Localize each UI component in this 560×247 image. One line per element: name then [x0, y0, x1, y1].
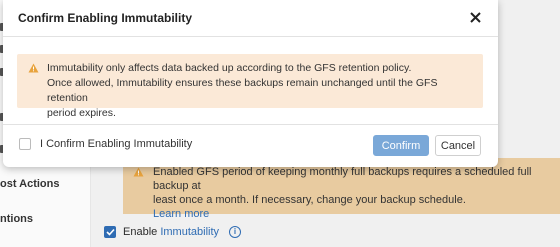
sidebar-item-post-actions[interactable]: ost Actions: [0, 178, 60, 190]
learn-more-link[interactable]: Learn more: [153, 207, 550, 221]
info-icon[interactable]: i: [229, 226, 242, 238]
confirm-button[interactable]: Confirm: [373, 135, 429, 156]
enable-immutability-checkbox[interactable]: Enable Immutability i: [104, 226, 242, 238]
confirm-checkbox-label: I Confirm Enabling Immutability: [40, 138, 193, 150]
checkbox-unchecked[interactable]: [19, 138, 31, 150]
checkmark-icon: [105, 228, 115, 236]
dialog-title: Confirm Enabling Immutability: [18, 11, 193, 25]
warning-icon: [28, 63, 39, 78]
sidebar-item-notifications[interactable]: ntions: [0, 213, 33, 225]
immutability-notice: Immutability only affects data backed up…: [17, 54, 483, 119]
warning-text-line: Enabled GFS period of keeping monthly fu…: [153, 166, 532, 192]
divider: [3, 36, 498, 37]
warning-icon: [133, 167, 144, 181]
notice-text-line: Immutability only affects data backed up…: [47, 62, 412, 74]
divider: [3, 124, 498, 125]
confirm-immutability-dialog: Confirm Enabling Immutability Immutabili…: [3, 0, 498, 167]
confirm-checkbox[interactable]: I Confirm Enabling Immutability: [19, 138, 192, 150]
immutability-link[interactable]: Immutability: [160, 226, 219, 238]
notice-text-line: period expires.: [47, 107, 116, 119]
warning-text-line: least once a month. If necessary, change…: [153, 194, 466, 206]
checkbox-checked[interactable]: [104, 226, 116, 238]
cancel-button[interactable]: Cancel: [435, 135, 481, 156]
enable-label: Enable: [123, 226, 158, 238]
notice-text-line: Once allowed, Immutability ensures these…: [47, 77, 438, 104]
close-button[interactable]: [465, 7, 485, 27]
close-icon: [469, 11, 481, 23]
